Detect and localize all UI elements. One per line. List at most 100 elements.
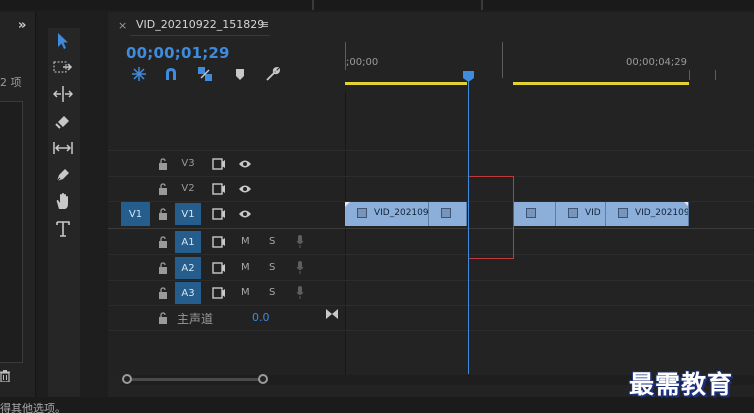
video-clip[interactable]: VID_202109: [606, 202, 689, 226]
fx-badge-icon: [618, 208, 628, 218]
video-clip[interactable]: VID_202109: [345, 202, 429, 226]
solo-button[interactable]: S: [269, 287, 275, 298]
row-divider: [108, 176, 754, 177]
fx-badge-icon: [357, 208, 367, 218]
track-label-v3[interactable]: V3: [175, 152, 201, 174]
lock-icon[interactable]: [158, 208, 168, 220]
playhead-handle[interactable]: [463, 71, 474, 82]
top-divider: [312, 0, 314, 10]
linked-selection-icon[interactable]: [197, 66, 213, 82]
row-divider: [108, 280, 754, 281]
microphone-icon[interactable]: [296, 235, 304, 248]
lock-icon[interactable]: [158, 287, 168, 299]
watermark: 最需教育: [629, 370, 734, 399]
ruler-start-label: ;00;00: [346, 57, 379, 68]
razor-icon[interactable]: [51, 110, 75, 132]
video-clip[interactable]: [429, 202, 467, 226]
gap-highlight[interactable]: [468, 176, 514, 259]
fx-badge-icon: [441, 208, 451, 218]
project-item-count: 2 项: [0, 76, 22, 89]
mute-button[interactable]: M: [241, 236, 250, 247]
row-divider: [108, 228, 754, 229]
sequence-tab-title[interactable]: VID_20210922_151829: [136, 18, 264, 31]
tab-underline: [130, 35, 270, 36]
track-label-a1[interactable]: A1: [175, 231, 201, 253]
playhead-line[interactable]: [468, 80, 469, 374]
ruler-tick: [502, 42, 503, 78]
clip-name: VID: [585, 208, 601, 218]
lock-icon[interactable]: [158, 158, 168, 170]
eye-icon[interactable]: [238, 184, 252, 194]
status-text: 得其他选项。: [0, 402, 66, 413]
hand-icon[interactable]: [51, 190, 75, 212]
panel-menu-icon[interactable]: ≡: [260, 18, 269, 31]
scroll-thumb[interactable]: [127, 378, 263, 381]
sync-lock-icon[interactable]: [212, 183, 226, 195]
lock-icon[interactable]: [158, 183, 168, 195]
pen-icon[interactable]: [51, 164, 75, 186]
ruler-tick: [715, 70, 716, 80]
trash-icon[interactable]: [0, 370, 10, 382]
solo-button[interactable]: S: [269, 236, 275, 247]
sync-lock-icon[interactable]: [212, 287, 226, 299]
mute-button[interactable]: M: [241, 262, 250, 273]
fx-badge-icon: [526, 208, 536, 218]
ruler-tick: [689, 70, 690, 80]
ruler-tick: [345, 42, 346, 70]
row-divider: [108, 254, 754, 255]
microphone-icon[interactable]: [296, 286, 304, 299]
row-divider: [108, 150, 754, 151]
video-clip[interactable]: VID: [556, 202, 606, 226]
selection-tool-icon[interactable]: [51, 30, 75, 52]
track-label-v1[interactable]: V1: [175, 203, 201, 225]
sync-lock-icon[interactable]: [212, 262, 226, 274]
go-to-end-icon[interactable]: [326, 309, 338, 319]
row-divider: [108, 330, 754, 331]
track-label-v2[interactable]: V2: [175, 177, 201, 199]
add-marker-icon[interactable]: [232, 66, 248, 82]
track-headers: [108, 150, 345, 375]
playhead-timecode[interactable]: 00;00;01;29: [126, 44, 230, 62]
lock-icon[interactable]: [158, 236, 168, 248]
snap-icon[interactable]: [163, 66, 179, 82]
track-select-forward-icon[interactable]: [51, 56, 75, 78]
lock-icon[interactable]: [158, 312, 168, 324]
master-track-label: 主声道: [177, 312, 214, 326]
work-area-bar[interactable]: [345, 82, 467, 85]
type-icon[interactable]: [51, 218, 75, 240]
eye-icon[interactable]: [238, 159, 252, 169]
clip-name: VID_202109: [635, 208, 689, 218]
scroll-handle-left[interactable]: [122, 374, 132, 384]
work-area-bar[interactable]: [513, 82, 689, 85]
eye-icon[interactable]: [238, 209, 252, 219]
row-divider: [108, 305, 754, 306]
source-patch-v1[interactable]: V1: [121, 202, 150, 226]
lock-icon[interactable]: [158, 262, 168, 274]
clip-name: VID_202109: [374, 208, 429, 218]
fx-badge-icon: [568, 208, 578, 218]
solo-button[interactable]: S: [269, 262, 275, 273]
video-clip[interactable]: [514, 202, 556, 226]
sync-lock-icon[interactable]: [212, 158, 226, 170]
sync-lock-icon[interactable]: [212, 236, 226, 248]
scroll-handle-right[interactable]: [258, 374, 268, 384]
ripple-edit-icon[interactable]: [51, 83, 75, 105]
time-ruler[interactable]: [345, 40, 754, 85]
track-label-a2[interactable]: A2: [175, 257, 201, 279]
clip-area[interactable]: [345, 92, 754, 375]
ruler-end-label: 00;00;04;29: [626, 57, 688, 68]
master-volume-value[interactable]: 0.0: [252, 311, 270, 324]
top-strip: [0, 0, 754, 10]
microphone-icon[interactable]: [296, 261, 304, 274]
mute-button[interactable]: M: [241, 287, 250, 298]
close-sequence-icon[interactable]: ×: [118, 19, 127, 32]
timeline-settings-icon[interactable]: [265, 66, 281, 82]
nest-icon[interactable]: [131, 66, 147, 82]
track-divider: [345, 92, 346, 375]
track-label-a3[interactable]: A3: [175, 282, 201, 304]
sync-lock-icon[interactable]: [212, 208, 226, 220]
expand-icon[interactable]: »: [18, 18, 26, 33]
project-list[interactable]: [0, 101, 23, 363]
slip-icon[interactable]: [51, 137, 75, 159]
top-divider: [481, 0, 483, 10]
